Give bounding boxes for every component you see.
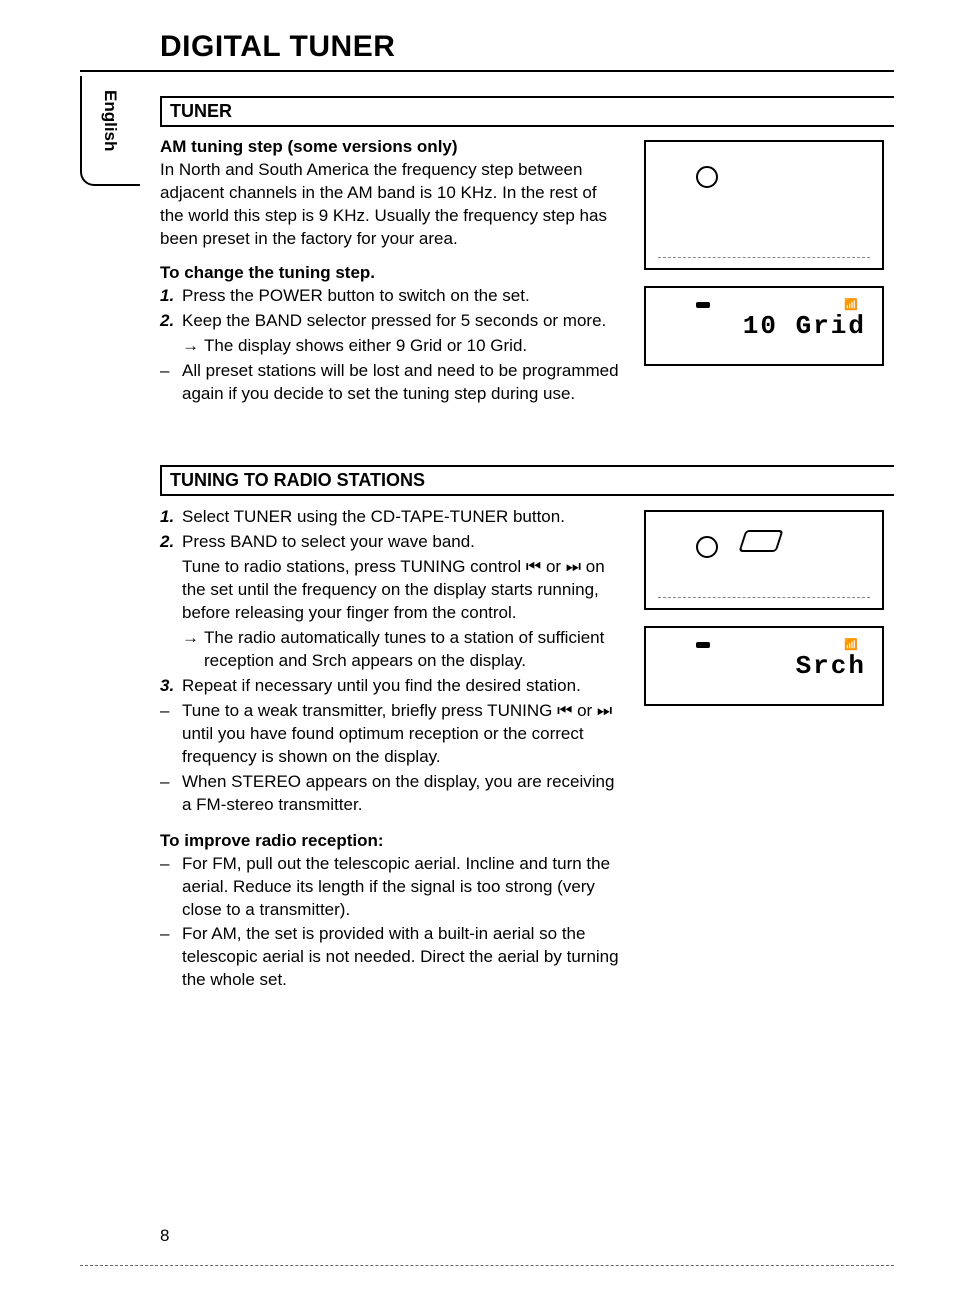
note-text: All preset stations will be lost and nee… <box>182 360 620 406</box>
lcd-text-1: 10 Grid <box>743 311 866 341</box>
device-figure-2 <box>644 510 884 610</box>
note-text: Tune to a weak transmitter, briefly pres… <box>182 700 620 769</box>
step-item: 1. Press the POWER button to switch on t… <box>160 285 620 308</box>
arrow-icon: → <box>182 627 204 673</box>
note-item: – For FM, pull out the telescopic aerial… <box>160 853 620 922</box>
step-text: Press the POWER button to switch on the … <box>182 285 620 308</box>
note-text: When STEREO appears on the display, you … <box>182 771 620 817</box>
arrow-icon: → <box>182 335 204 358</box>
dash-marker: – <box>160 360 182 406</box>
step-text: Repeat if necessary until you find the d… <box>182 675 620 698</box>
signal-icon: 📶 <box>844 638 858 651</box>
note-item: – When STEREO appears on the display, yo… <box>160 771 620 817</box>
subheading-improve-reception: To improve radio reception: <box>160 831 894 851</box>
step-text: Tune to radio stations, press TUNING con… <box>182 556 620 625</box>
lcd-text-2: Srch <box>796 651 866 681</box>
body-am-tuning: In North and South America the frequency… <box>160 159 620 251</box>
dash-marker: – <box>160 700 182 769</box>
step-item: 2. Press BAND to select your wave band. <box>160 531 620 554</box>
step-item: 2. Keep the BAND selector pressed for 5 … <box>160 310 620 333</box>
dash-marker: – <box>160 771 182 817</box>
lcd-display-2: 📶 Srch <box>644 626 884 706</box>
dash-marker: – <box>160 853 182 922</box>
knob-icon <box>696 166 718 188</box>
page-title: DIGITAL TUNER <box>160 30 894 64</box>
section-header-tuner: TUNER <box>160 96 894 127</box>
blank-marker <box>160 556 182 625</box>
note-text: For FM, pull out the telescopic aerial. … <box>182 853 620 922</box>
indicator-icon <box>696 302 710 308</box>
result-arrow-line: → The radio automatically tunes to a sta… <box>182 627 620 673</box>
device-detail-lines <box>658 257 870 258</box>
result-arrow-line: → The display shows either 9 Grid or 10 … <box>182 335 620 358</box>
signal-icon: 📶 <box>844 298 858 311</box>
section-header-tuning-stations: TUNING TO RADIO STATIONS <box>160 465 894 496</box>
step-number: 1. <box>160 506 182 529</box>
result-text: The radio automatically tunes to a stati… <box>204 627 620 673</box>
note-item: – Tune to a weak transmitter, briefly pr… <box>160 700 620 769</box>
step-text: Select TUNER using the CD-TAPE-TUNER but… <box>182 506 620 529</box>
step-item: 3. Repeat if necessary until you find th… <box>160 675 620 698</box>
device-figure-1 <box>644 140 884 270</box>
step-text: Press BAND to select your wave band. <box>182 531 620 554</box>
step-number: 2. <box>160 531 182 554</box>
footer-rule <box>80 1265 894 1266</box>
note-item: – For AM, the set is provided with a bui… <box>160 923 620 992</box>
step-item: 1. Select TUNER using the CD-TAPE-TUNER … <box>160 506 620 529</box>
step-number: 3. <box>160 675 182 698</box>
result-text: The display shows either 9 Grid or 10 Gr… <box>204 335 620 358</box>
indicator-icon <box>696 642 710 648</box>
dash-marker: – <box>160 923 182 992</box>
page-number: 8 <box>160 1226 169 1246</box>
title-rule <box>80 70 894 72</box>
step-number: 1. <box>160 285 182 308</box>
lcd-display-1: 📶 10 Grid <box>644 286 884 366</box>
language-tab: English <box>100 90 120 151</box>
note-text: For AM, the set is provided with a built… <box>182 923 620 992</box>
step-number: 2. <box>160 310 182 333</box>
note-item: – All preset stations will be lost and n… <box>160 360 620 406</box>
step-text: Keep the BAND selector pressed for 5 sec… <box>182 310 620 333</box>
device-detail-lines <box>658 597 870 598</box>
handle-icon <box>738 530 783 552</box>
knob-icon <box>696 536 718 558</box>
step-continuation: Tune to radio stations, press TUNING con… <box>160 556 620 625</box>
